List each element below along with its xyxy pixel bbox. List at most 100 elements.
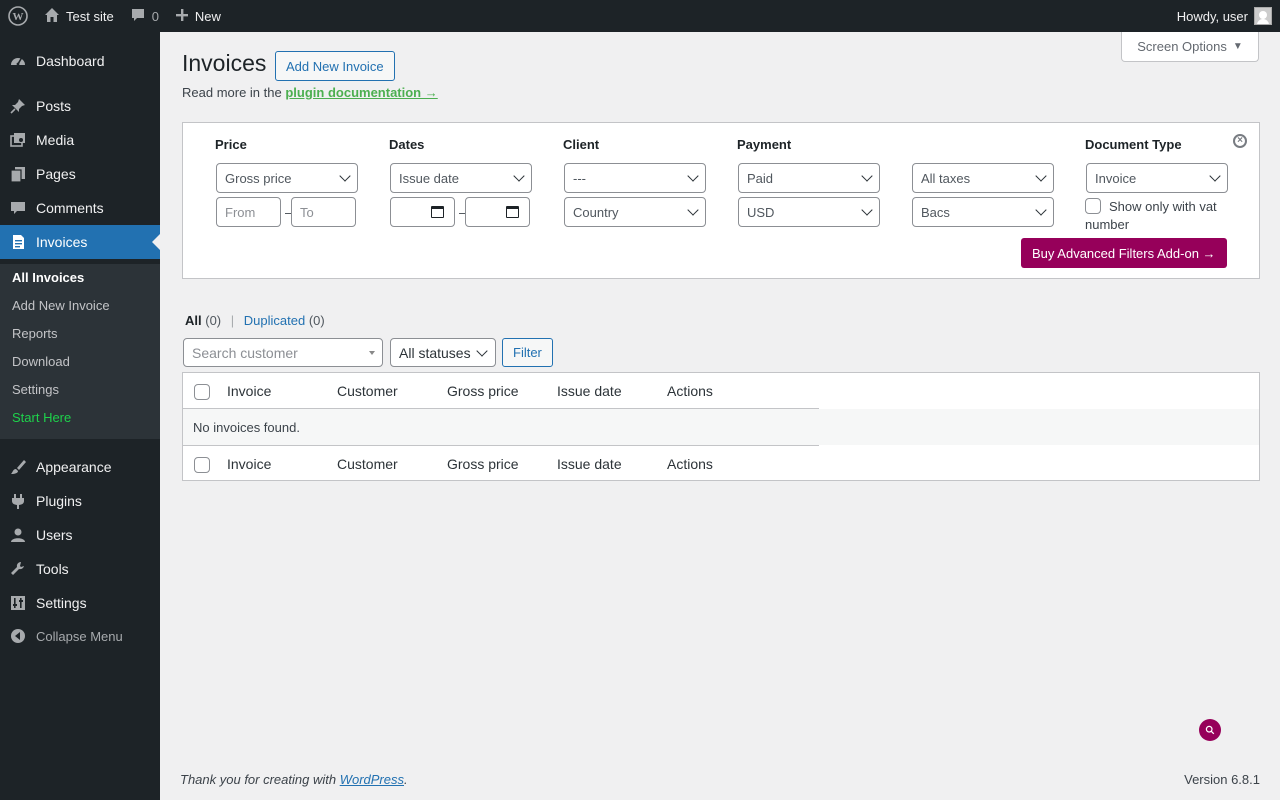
footer-thanks-suffix: . <box>404 772 408 787</box>
status-views: All (0) | Duplicated (0) <box>185 313 325 328</box>
status-value: All statuses <box>399 344 471 361</box>
comment-icon <box>0 199 36 217</box>
taxes-select[interactable]: All taxes <box>912 163 1054 193</box>
status-select[interactable]: All statuses <box>390 338 496 367</box>
sidebar-item-pages[interactable]: Pages <box>0 157 160 191</box>
price-to-input[interactable]: To <box>291 197 356 227</box>
sidebar-item-label: Dashboard <box>36 53 105 69</box>
wordpress-logo-icon[interactable]: W <box>0 0 36 32</box>
sidebar-item-dashboard[interactable]: Dashboard <box>0 44 160 78</box>
comments-link[interactable]: 0 <box>122 0 167 32</box>
sidebar-item-label: Comments <box>36 200 104 216</box>
table-footer: Invoice Customer Gross price Issue date … <box>183 445 819 481</box>
column-invoice[interactable]: Invoice <box>227 383 271 399</box>
user-icon <box>0 526 36 544</box>
client-select[interactable]: --- <box>564 163 706 193</box>
date-to-input[interactable] <box>465 197 530 227</box>
column-issue-date[interactable]: Issue date <box>557 383 622 399</box>
buy-addon-button[interactable]: Buy Advanced Filters Add-on → <box>1021 238 1227 268</box>
new-content-link[interactable]: New <box>167 0 229 32</box>
currency-select[interactable]: USD <box>738 197 880 227</box>
sidebar-item-users[interactable]: Users <box>0 518 160 552</box>
invoices-submenu: All Invoices Add New Invoice Reports Dow… <box>0 264 160 439</box>
collapse-menu-button[interactable]: Collapse Menu <box>0 619 160 653</box>
column-issue-date[interactable]: Issue date <box>557 456 622 472</box>
sidebar-item-comments[interactable]: Comments <box>0 191 160 225</box>
view-all[interactable]: All <box>185 313 202 328</box>
gateway-value: Bacs <box>921 204 950 220</box>
chevron-down-icon <box>513 170 525 182</box>
table-header: Invoice Customer Gross price Issue date … <box>183 373 819 409</box>
plug-icon <box>0 492 36 510</box>
column-gross-price[interactable]: Gross price <box>447 456 519 472</box>
media-icon <box>0 131 36 149</box>
select-all-checkbox[interactable] <box>194 457 210 473</box>
screen-options-button[interactable]: Screen Options ▼ <box>1121 32 1259 62</box>
account-menu[interactable]: Howdy, user <box>1169 0 1280 32</box>
sidebar-item-invoices[interactable]: Invoices <box>0 225 160 259</box>
chevron-down-icon <box>476 345 488 357</box>
site-name-link[interactable]: Test site <box>36 0 122 32</box>
wordpress-link[interactable]: WordPress <box>340 772 404 787</box>
column-gross-price[interactable]: Gross price <box>447 383 519 399</box>
sidebar-item-appearance[interactable]: Appearance <box>0 450 160 484</box>
filter-button[interactable]: Filter <box>502 338 553 367</box>
submenu-add-new-invoice[interactable]: Add New Invoice <box>12 296 110 316</box>
svg-text:W: W <box>13 11 24 23</box>
search-customer-select[interactable]: Search customer <box>183 338 383 367</box>
country-select[interactable]: Country <box>564 197 706 227</box>
date-from-input[interactable] <box>390 197 455 227</box>
add-new-invoice-button[interactable]: Add New Invoice <box>275 51 395 81</box>
submenu-start-here[interactable]: Start Here <box>12 408 71 428</box>
payment-status-value: Paid <box>747 170 774 186</box>
currency-value: USD <box>747 204 775 220</box>
admin-bar: W Test site 0 New Howdy, user <box>0 0 1280 32</box>
payment-status-select[interactable]: Paid <box>738 163 880 193</box>
dates-label: Dates <box>389 137 425 152</box>
plugin-documentation-link[interactable]: plugin documentation → <box>285 85 437 100</box>
readmore-prefix: Read more in the <box>182 85 282 100</box>
vat-only-checkbox[interactable] <box>1085 198 1101 214</box>
submenu-all-invoices[interactable]: All Invoices <box>12 268 84 288</box>
caret-down-icon <box>369 351 375 355</box>
column-invoice[interactable]: Invoice <box>227 456 271 472</box>
document-type-value: Invoice <box>1095 170 1137 186</box>
search-icon[interactable] <box>1199 719 1221 741</box>
table-row: No invoices found. <box>183 409 1259 445</box>
price-from-input[interactable]: From <box>216 197 281 227</box>
avatar <box>1254 7 1272 25</box>
sidebar-item-tools[interactable]: Tools <box>0 552 160 586</box>
price-type-select[interactable]: Gross price <box>216 163 358 193</box>
chevron-down-icon <box>339 170 351 182</box>
sidebar-item-label: Invoices <box>36 234 88 250</box>
sidebar-item-label: Pages <box>36 166 76 182</box>
empty-message: No invoices found. <box>193 420 300 435</box>
payment-label: Payment <box>737 137 792 152</box>
column-customer[interactable]: Customer <box>337 383 398 399</box>
chevron-down-icon <box>687 204 699 216</box>
sidebar-item-plugins[interactable]: Plugins <box>0 484 160 518</box>
date-type-select[interactable]: Issue date <box>390 163 532 193</box>
pages-icon <box>0 165 36 183</box>
view-duplicated[interactable]: Duplicated <box>244 313 305 328</box>
calendar-icon <box>506 206 519 218</box>
screen-options-label: Screen Options <box>1137 39 1227 54</box>
comment-icon <box>130 7 146 26</box>
invoice-icon <box>0 233 36 251</box>
document-type-select[interactable]: Invoice <box>1086 163 1228 193</box>
document-type-label: Document Type <box>1085 137 1182 152</box>
submenu-settings[interactable]: Settings <box>12 380 59 400</box>
sidebar-item-posts[interactable]: Posts <box>0 89 160 123</box>
sidebar-item-media[interactable]: Media <box>0 123 160 157</box>
howdy-text: Howdy, user <box>1176 8 1248 24</box>
column-customer[interactable]: Customer <box>337 456 398 472</box>
vat-only-option: Show only with vat number <box>1085 198 1235 234</box>
gateway-select[interactable]: Bacs <box>912 197 1054 227</box>
submenu-download[interactable]: Download <box>12 352 70 372</box>
chevron-down-icon <box>861 204 873 216</box>
sidebar-item-settings[interactable]: Settings <box>0 586 160 620</box>
select-all-checkbox[interactable] <box>194 384 210 400</box>
submenu-reports[interactable]: Reports <box>12 324 58 344</box>
column-actions: Actions <box>667 456 713 472</box>
close-icon[interactable]: × <box>1233 134 1247 148</box>
